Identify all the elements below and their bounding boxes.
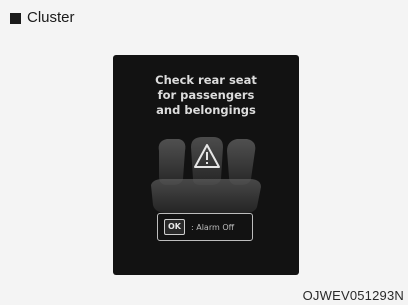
figure-code: OJWEV051293N	[302, 288, 404, 303]
cluster-display: Check rear seat for passengers and belon…	[113, 55, 299, 275]
figure-frame: Cluster Check rear seat for passengers a…	[0, 0, 408, 292]
message-line-3: and belongings	[156, 103, 256, 117]
bullet-square-icon	[10, 12, 21, 24]
section-heading: Cluster	[10, 9, 75, 27]
alarm-off-prompt: OK : Alarm Off	[157, 213, 253, 241]
ok-key-label: OK	[164, 219, 185, 235]
alarm-off-label: : Alarm Off	[191, 222, 235, 232]
section-label: Cluster	[27, 9, 75, 26]
message-line-1: Check rear seat	[155, 73, 257, 87]
warning-message: Check rear seat for passengers and belon…	[113, 73, 299, 118]
message-line-2: for passengers	[157, 88, 255, 102]
warning-triangle-icon	[194, 144, 220, 168]
